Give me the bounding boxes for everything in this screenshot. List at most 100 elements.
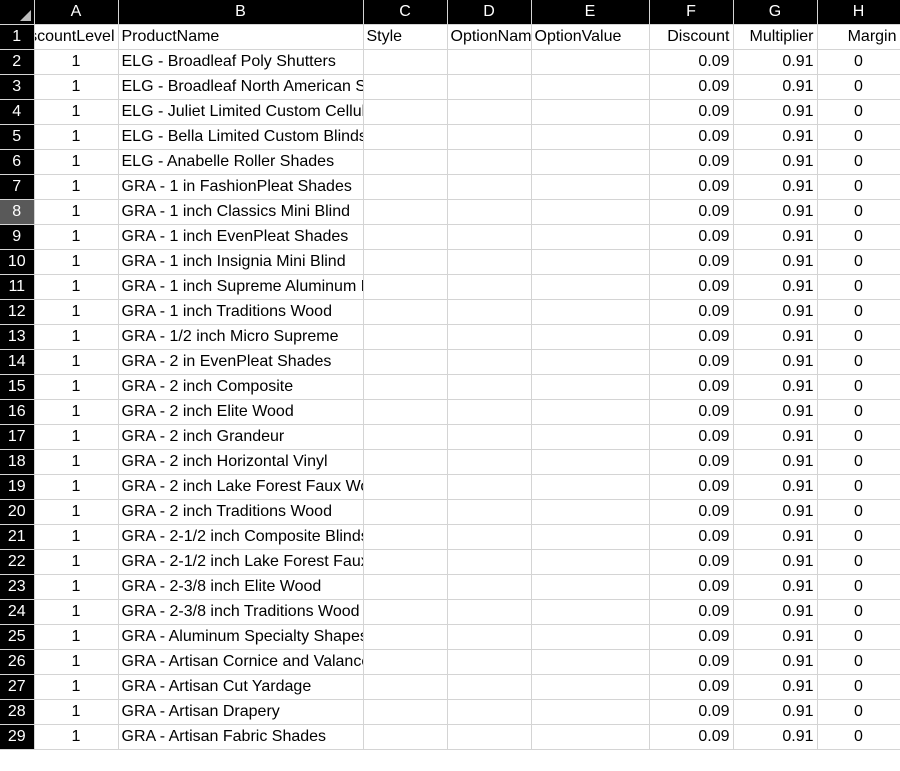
cell-option-value[interactable] [531,174,650,200]
column-header-c[interactable]: C [363,0,448,25]
cell-discount[interactable]: 0.09 [649,499,734,525]
cell-option-value[interactable] [531,699,650,725]
cell-discount[interactable]: 0.09 [649,574,734,600]
cell-product-name[interactable]: GRA - 2 inch Lake Forest Faux Wood [118,474,364,500]
cell-product-name[interactable]: GRA - Aluminum Specialty Shapes [118,624,364,650]
cell-option-name[interactable] [447,274,532,300]
cell-style[interactable] [363,274,448,300]
cell-discount-level[interactable]: 1 [34,174,119,200]
row-header[interactable]: 12 [0,299,35,325]
cell-margin[interactable]: 0 [817,449,900,475]
cell-option-value[interactable] [531,199,650,225]
cell-multiplier[interactable]: 0.91 [733,324,818,350]
row-header[interactable]: 26 [0,649,35,675]
cell-discount[interactable]: 0.09 [649,49,734,75]
cell-header-discountlevel[interactable]: DiscountLevel [34,24,119,50]
cell-option-value[interactable] [531,674,650,700]
cell-discount[interactable]: 0.09 [649,624,734,650]
cell-multiplier[interactable]: 0.91 [733,574,818,600]
cell-margin[interactable]: 0 [817,724,900,750]
row-header[interactable]: 14 [0,349,35,375]
column-header-f[interactable]: F [649,0,734,25]
cell-multiplier[interactable]: 0.91 [733,224,818,250]
cell-discount[interactable]: 0.09 [649,149,734,175]
cell-option-name[interactable] [447,699,532,725]
cell-option-value[interactable] [531,724,650,750]
row-header[interactable]: 2 [0,49,35,75]
cell-margin[interactable]: 0 [817,374,900,400]
cell-style[interactable] [363,249,448,275]
cell-option-value[interactable] [531,249,650,275]
cell-option-name[interactable] [447,249,532,275]
cell-multiplier[interactable]: 0.91 [733,699,818,725]
cell-margin[interactable]: 0 [817,674,900,700]
cell-margin[interactable]: 0 [817,574,900,600]
cell-style[interactable] [363,524,448,550]
cell-style[interactable] [363,599,448,625]
cell-multiplier[interactable]: 0.91 [733,399,818,425]
cell-option-value[interactable] [531,474,650,500]
cell-option-name[interactable] [447,174,532,200]
cell-multiplier[interactable]: 0.91 [733,299,818,325]
row-header[interactable]: 20 [0,499,35,525]
cell-product-name[interactable]: GRA - 1 inch Traditions Wood [118,299,364,325]
cell-multiplier[interactable]: 0.91 [733,599,818,625]
cell-option-value[interactable] [531,399,650,425]
row-header[interactable]: 21 [0,524,35,550]
cell-discount-level[interactable]: 1 [34,699,119,725]
cell-multiplier[interactable]: 0.91 [733,249,818,275]
cell-product-name[interactable]: ELG - Juliet Limited Custom Cellular Sha… [118,99,364,125]
cell-option-name[interactable] [447,649,532,675]
cell-style[interactable] [363,424,448,450]
cell-discount[interactable]: 0.09 [649,174,734,200]
cell-product-name[interactable]: GRA - 2 inch Elite Wood [118,399,364,425]
cell-header-optionname[interactable]: OptionName [447,24,532,50]
cell-margin[interactable]: 0 [817,224,900,250]
cell-product-name[interactable]: GRA - 1 inch EvenPleat Shades [118,224,364,250]
cell-option-value[interactable] [531,524,650,550]
cell-discount[interactable]: 0.09 [649,99,734,125]
cell-discount-level[interactable]: 1 [34,74,119,100]
cell-discount[interactable]: 0.09 [649,224,734,250]
cell-style[interactable] [363,449,448,475]
column-header-h[interactable]: H [817,0,900,25]
cell-discount[interactable]: 0.09 [649,324,734,350]
cell-discount-level[interactable]: 1 [34,49,119,75]
cell-margin[interactable]: 0 [817,624,900,650]
cell-header-multiplier[interactable]: Multiplier [733,24,818,50]
cell-option-name[interactable] [447,224,532,250]
row-header[interactable]: 15 [0,374,35,400]
cell-header-margin[interactable]: Margin [817,24,900,50]
cell-margin[interactable]: 0 [817,599,900,625]
cell-discount-level[interactable]: 1 [34,599,119,625]
cell-option-name[interactable] [447,624,532,650]
row-header[interactable]: 9 [0,224,35,250]
cell-option-value[interactable] [531,549,650,575]
cell-discount-level[interactable]: 1 [34,674,119,700]
cell-margin[interactable]: 0 [817,549,900,575]
cell-multiplier[interactable]: 0.91 [733,674,818,700]
row-header[interactable]: 18 [0,449,35,475]
cell-product-name[interactable]: GRA - 1/2 inch Micro Supreme [118,324,364,350]
cell-option-value[interactable] [531,349,650,375]
cell-multiplier[interactable]: 0.91 [733,374,818,400]
cell-multiplier[interactable]: 0.91 [733,724,818,750]
cell-style[interactable] [363,299,448,325]
cell-product-name[interactable]: ELG - Broadleaf Poly Shutters [118,49,364,75]
cell-style[interactable] [363,49,448,75]
cell-option-name[interactable] [447,674,532,700]
cell-product-name[interactable]: GRA - 2-3/8 inch Elite Wood [118,574,364,600]
cell-style[interactable] [363,399,448,425]
cell-multiplier[interactable]: 0.91 [733,424,818,450]
cell-discount-level[interactable]: 1 [34,574,119,600]
cell-product-name[interactable]: GRA - 2 inch Horizontal Vinyl [118,449,364,475]
cell-margin[interactable]: 0 [817,299,900,325]
cell-option-name[interactable] [447,399,532,425]
cell-product-name[interactable]: GRA - Artisan Fabric Shades [118,724,364,750]
cell-multiplier[interactable]: 0.91 [733,474,818,500]
cell-product-name[interactable]: GRA - 1 inch Supreme Aluminum Blinds [118,274,364,300]
cell-option-value[interactable] [531,499,650,525]
cell-margin[interactable]: 0 [817,349,900,375]
row-header[interactable]: 3 [0,74,35,100]
cell-discount[interactable]: 0.09 [649,424,734,450]
